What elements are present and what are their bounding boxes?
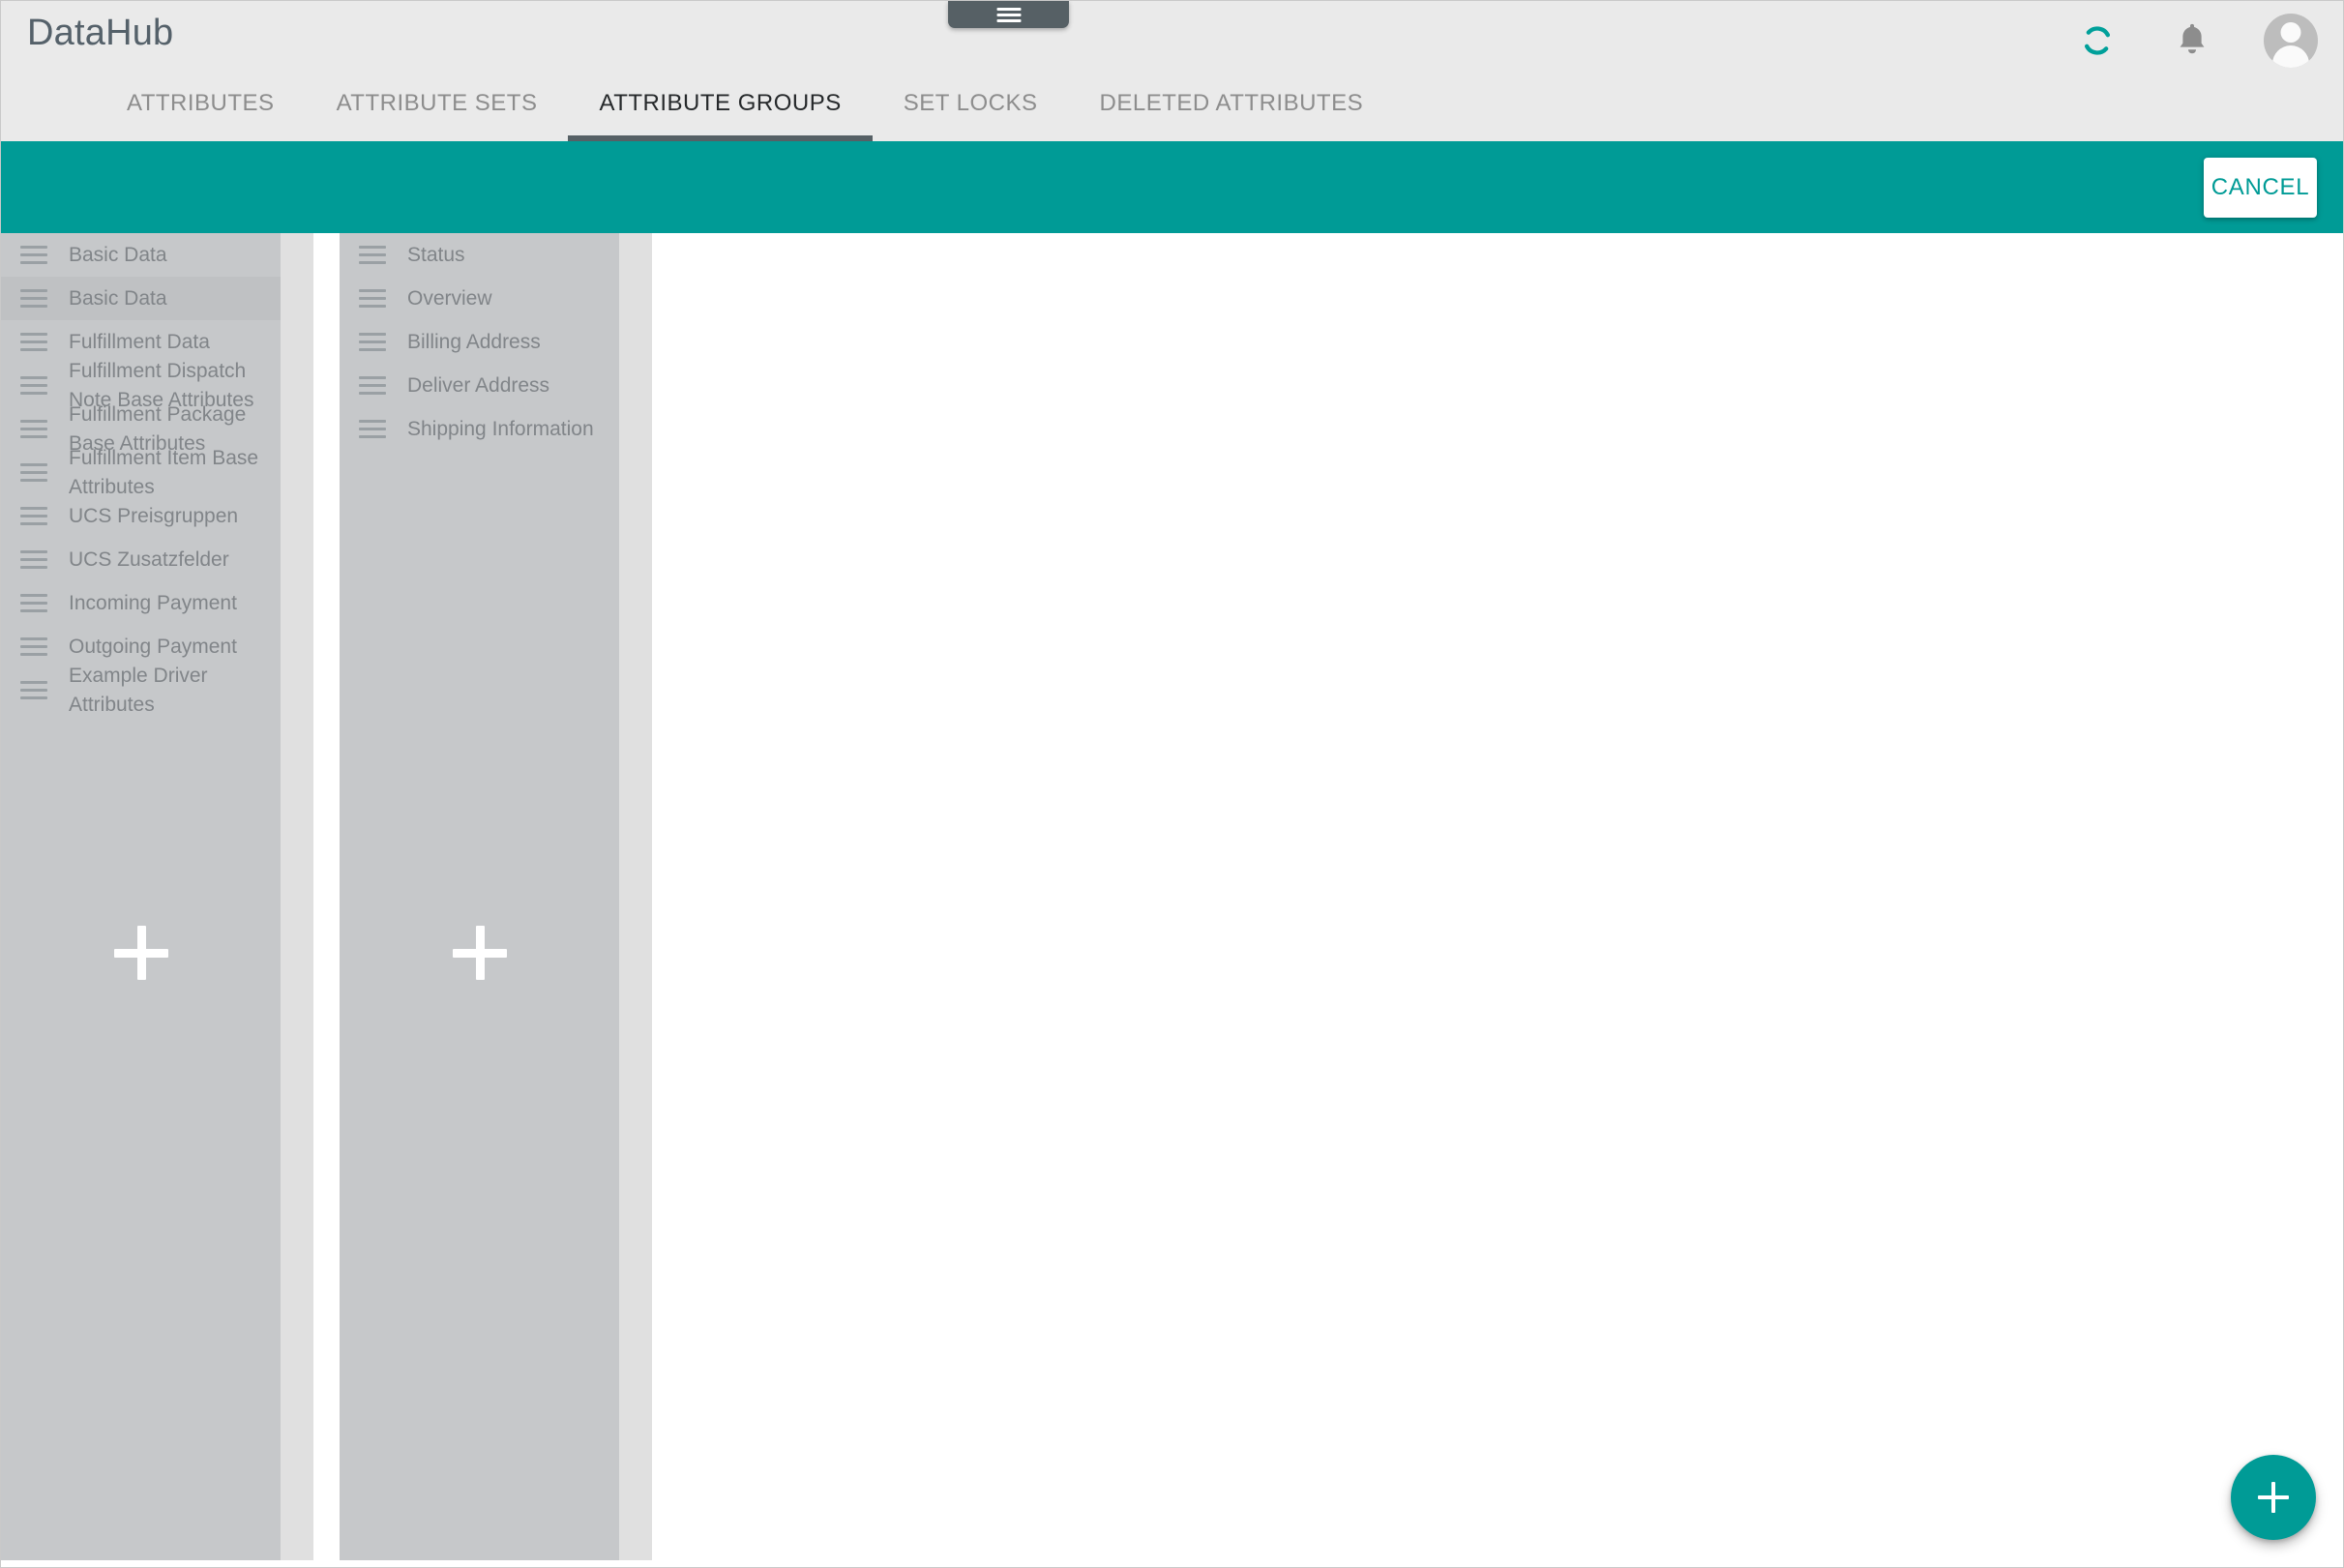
tab-attributes[interactable]: ATTRIBUTES xyxy=(1,76,306,141)
group-list-1: Basic Data Basic Data Fulfillment Data F… xyxy=(1,233,281,716)
drag-handle-icon[interactable] xyxy=(359,246,386,264)
app-title: DataHub xyxy=(27,13,174,53)
tab-attribute-groups[interactable]: ATTRIBUTE GROUPS xyxy=(568,76,873,141)
list-item-label: Billing Address xyxy=(407,330,541,353)
list-item-label: Deliver Address xyxy=(407,373,550,397)
list-item-label: Fulfillment Data xyxy=(69,330,210,353)
list-item-label: Overview xyxy=(407,286,492,310)
app-window: DataHub ATTRIBUTES ATTRIBUTE SETS ATTRIB… xyxy=(0,0,2344,1568)
list-item[interactable]: Shipping Information xyxy=(340,407,619,451)
column-scroll-track[interactable] xyxy=(619,233,652,1560)
drag-handle-icon[interactable] xyxy=(20,463,47,482)
list-item-label: Outgoing Payment xyxy=(69,635,237,658)
list-item-label: Fulfillment Item Base Attributes xyxy=(69,446,259,498)
drag-handle-icon[interactable] xyxy=(359,289,386,308)
add-group-button-column-2[interactable] xyxy=(340,924,619,982)
list-item-label: UCS Zusatzfelder xyxy=(69,547,229,571)
list-item[interactable]: Deliver Address xyxy=(340,364,619,407)
add-group-button-column-1[interactable] xyxy=(1,924,281,982)
list-item[interactable]: Basic Data xyxy=(1,277,281,320)
drag-handle-icon[interactable] xyxy=(20,420,47,438)
list-item[interactable]: UCS Preisgruppen xyxy=(1,494,281,538)
app-header: DataHub ATTRIBUTES ATTRIBUTE SETS ATTRIB… xyxy=(1,1,2343,141)
sync-status-icon[interactable] xyxy=(2074,17,2121,64)
attribute-groups-board: Basic Data Basic Data Fulfillment Data F… xyxy=(1,233,2343,1567)
drag-handle-icon[interactable] xyxy=(359,376,386,395)
main-tabs: ATTRIBUTES ATTRIBUTE SETS ATTRIBUTE GROU… xyxy=(1,76,1394,141)
drag-handle-icon[interactable] xyxy=(20,507,47,525)
drawer-handle-button[interactable] xyxy=(948,1,1069,28)
edit-mode-action-bar: CANCEL xyxy=(1,141,2343,233)
tab-set-locks[interactable]: SET LOCKS xyxy=(873,76,1069,141)
list-item-label: UCS Preisgruppen xyxy=(69,504,239,527)
cancel-button[interactable]: CANCEL xyxy=(2204,158,2317,218)
tab-label: ATTRIBUTES xyxy=(127,90,275,116)
list-item-label: Basic Data xyxy=(69,243,167,266)
notifications-button[interactable] xyxy=(2169,17,2215,64)
list-item[interactable]: Example Driver Attributes xyxy=(1,665,281,716)
list-item[interactable]: UCS Zusatzfelder xyxy=(1,538,281,581)
drag-handle-icon[interactable] xyxy=(20,289,47,308)
plus-icon xyxy=(2258,1482,2289,1513)
drag-handle-icon[interactable] xyxy=(20,246,47,264)
list-item[interactable]: Fulfillment Item Base Attributes xyxy=(1,447,281,498)
plus-icon xyxy=(452,926,507,980)
list-item-label: Status xyxy=(407,243,465,266)
tab-label: ATTRIBUTE GROUPS xyxy=(599,90,842,116)
list-item-label: Basic Data xyxy=(69,286,167,310)
header-actions xyxy=(2074,7,2318,74)
drag-handle-icon[interactable] xyxy=(20,550,47,569)
attribute-group-column-2: Status Overview Billing Address Deliver … xyxy=(340,233,652,1560)
tab-label: DELETED ATTRIBUTES xyxy=(1099,90,1364,116)
list-item[interactable]: Overview xyxy=(340,277,619,320)
column-scroll-track[interactable] xyxy=(281,233,313,1560)
drag-handle-icon[interactable] xyxy=(20,594,47,612)
drag-handle-icon[interactable] xyxy=(20,376,47,395)
list-item[interactable]: Status xyxy=(340,233,619,277)
list-item-label: Shipping Information xyxy=(407,417,594,440)
tab-attribute-sets[interactable]: ATTRIBUTE SETS xyxy=(306,76,569,141)
list-item[interactable]: Incoming Payment xyxy=(1,581,281,625)
drag-handle-icon[interactable] xyxy=(20,637,47,656)
list-item[interactable]: Billing Address xyxy=(340,320,619,364)
add-attribute-group-fab[interactable] xyxy=(2231,1455,2316,1540)
plus-icon xyxy=(113,926,168,980)
user-avatar-button[interactable] xyxy=(2264,14,2318,68)
attribute-group-column-1: Basic Data Basic Data Fulfillment Data F… xyxy=(1,233,313,1560)
drag-handle-icon[interactable] xyxy=(359,420,386,438)
list-item[interactable]: Basic Data xyxy=(1,233,281,277)
list-item-label: Incoming Payment xyxy=(69,591,237,614)
drag-handle-icon[interactable] xyxy=(20,333,47,351)
tab-deleted-attributes[interactable]: DELETED ATTRIBUTES xyxy=(1069,76,1395,141)
hamburger-menu-icon xyxy=(996,8,1021,22)
tab-label: ATTRIBUTE SETS xyxy=(336,90,538,116)
list-item-label: Example Driver Attributes xyxy=(69,664,208,716)
tab-label: SET LOCKS xyxy=(903,90,1038,116)
group-list-2: Status Overview Billing Address Deliver … xyxy=(340,233,619,451)
drag-handle-icon[interactable] xyxy=(20,681,47,699)
avatar-icon xyxy=(2280,22,2301,43)
drag-handle-icon[interactable] xyxy=(359,333,386,351)
